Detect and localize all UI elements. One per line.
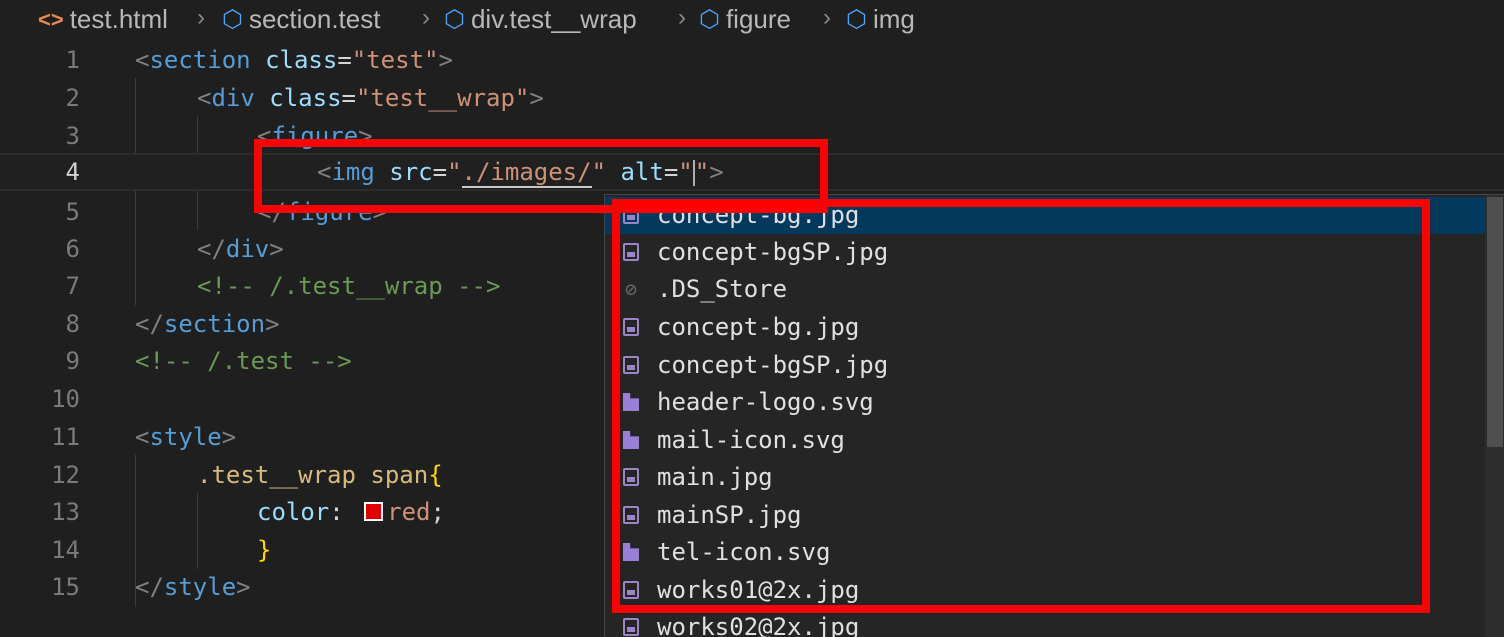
line-content: </figure> <box>257 198 388 226</box>
line-content: <!-- /.test__wrap --> <box>197 272 501 300</box>
line-number: 7 <box>65 272 80 300</box>
chevron-right-icon: › <box>197 4 205 31</box>
suggestion-label: works01@2x.jpg <box>657 576 860 604</box>
suggestion-item[interactable]: concept-bg.jpg <box>605 309 1485 346</box>
breadcrumb-file[interactable]: <> test.html <box>38 4 168 35</box>
scrollbar-thumb[interactable] <box>1487 197 1503 447</box>
image-file-icon <box>623 206 639 224</box>
suggestion-item[interactable]: header-logo.svg <box>605 384 1485 421</box>
suggestion-item[interactable]: main.jpg <box>605 459 1485 496</box>
html-file-icon: <> <box>38 6 64 32</box>
line-content: color: red; <box>257 498 445 526</box>
image-file-icon <box>623 318 639 336</box>
line-number: 1 <box>65 46 80 74</box>
svg-file-icon <box>623 431 639 449</box>
code-line[interactable]: 1 <section class="test"> <box>0 41 1504 79</box>
image-file-icon <box>623 618 639 636</box>
line-content: <div class="test__wrap"> <box>197 84 544 112</box>
line-number: 4 <box>65 158 80 186</box>
chevron-right-icon: › <box>422 4 430 31</box>
suggestion-label: works02@2x.jpg <box>657 613 860 637</box>
symbol-icon: ⬡ <box>846 6 867 33</box>
suggestion-item[interactable]: tel-icon.svg <box>605 534 1485 571</box>
line-number: 5 <box>65 198 80 226</box>
breadcrumb-item-label: section.test <box>248 4 381 34</box>
line-content: <style> <box>135 423 237 451</box>
image-file-icon <box>623 243 639 261</box>
suggestion-item[interactable]: mainSP.jpg <box>605 497 1485 534</box>
line-number: 15 <box>51 573 80 601</box>
suggestion-item[interactable]: concept-bgSP.jpg <box>605 234 1485 271</box>
suggestion-label: concept-bg.jpg <box>657 201 860 229</box>
symbol-icon: ⬡ <box>444 6 465 33</box>
chevron-right-icon: › <box>678 4 686 31</box>
suggestion-label: .DS_Store <box>657 275 788 303</box>
breadcrumb: <> test.html › ⬡ section.test › ⬡ div.te… <box>0 0 1504 40</box>
line-number: 10 <box>51 385 80 413</box>
line-number: 8 <box>65 310 80 338</box>
breadcrumb-item-label: div.test__wrap <box>470 4 637 34</box>
breadcrumb-file-label: test.html <box>69 4 168 34</box>
line-number: 11 <box>51 423 80 451</box>
line-content: </div> <box>197 235 284 263</box>
line-number: 6 <box>65 235 80 263</box>
breadcrumb-item-section[interactable]: ⬡ section.test <box>222 4 380 35</box>
line-number: 3 <box>65 122 80 150</box>
breadcrumb-item-img[interactable]: ⬡ img <box>846 4 915 35</box>
svg-file-icon <box>623 543 639 561</box>
symbol-icon: ⬡ <box>222 6 243 33</box>
line-content: <section class="test"> <box>135 46 453 74</box>
suggestion-item[interactable]: works01@2x.jpg <box>605 572 1485 609</box>
line-number: 13 <box>51 498 80 526</box>
line-content: </style> <box>135 573 251 601</box>
suggestion-item[interactable]: mail-icon.svg <box>605 422 1485 459</box>
color-swatch-icon[interactable] <box>364 501 384 521</box>
line-content: <!-- /.test --> <box>135 347 352 375</box>
suggestion-label: concept-bg.jpg <box>657 313 860 341</box>
suggestion-item[interactable]: concept-bg.jpg <box>605 197 1485 234</box>
code-line-active[interactable]: 4 <img src="./images/" alt=""> <box>0 153 1504 191</box>
suggestion-scrollbar[interactable] <box>1485 195 1504 637</box>
line-number: 12 <box>51 461 80 489</box>
symbol-icon: ⬡ <box>699 6 720 33</box>
breadcrumb-item-label: figure <box>725 4 791 34</box>
chevron-right-icon: › <box>823 4 831 31</box>
image-file-icon <box>623 506 639 524</box>
line-number: 14 <box>51 536 80 564</box>
ignored-file-icon: ⊘ <box>624 277 638 301</box>
suggestion-label: main.jpg <box>657 463 773 491</box>
svg-file-icon <box>623 393 639 411</box>
line-content: </section> <box>135 310 280 338</box>
line-content: .test__wrap span{ <box>197 461 443 489</box>
line-number: 9 <box>65 347 80 375</box>
autocomplete-suggestions[interactable]: concept-bg.jpg concept-bgSP.jpg ⊘ .DS_St… <box>604 194 1504 637</box>
breadcrumb-item-label: img <box>872 4 915 34</box>
suggestion-label: tel-icon.svg <box>657 538 831 566</box>
suggestion-label: mainSP.jpg <box>657 501 802 529</box>
suggestion-item[interactable]: ⊘ .DS_Store <box>605 271 1485 308</box>
line-content: } <box>257 536 272 564</box>
suggestion-item[interactable]: works02@2x.jpg <box>605 609 1485 637</box>
line-number: 2 <box>65 84 80 112</box>
image-file-icon <box>623 581 639 599</box>
suggestion-label: concept-bgSP.jpg <box>657 238 889 266</box>
suggestion-label: concept-bgSP.jpg <box>657 351 889 379</box>
image-file-icon <box>623 468 639 486</box>
suggestion-label: header-logo.svg <box>657 388 874 416</box>
suggestion-label: mail-icon.svg <box>657 426 845 454</box>
breadcrumb-item-figure[interactable]: ⬡ figure <box>699 4 791 35</box>
code-line[interactable]: 3 <figure> <box>0 117 1504 155</box>
code-line[interactable]: 2 <div class="test__wrap"> <box>0 79 1504 117</box>
line-content: <img src="./images/" alt=""> <box>317 158 724 188</box>
line-content: <figure> <box>257 122 373 150</box>
breadcrumb-item-div[interactable]: ⬡ div.test__wrap <box>444 4 637 35</box>
suggestion-item[interactable]: concept-bgSP.jpg <box>605 347 1485 384</box>
image-file-icon <box>623 356 639 374</box>
